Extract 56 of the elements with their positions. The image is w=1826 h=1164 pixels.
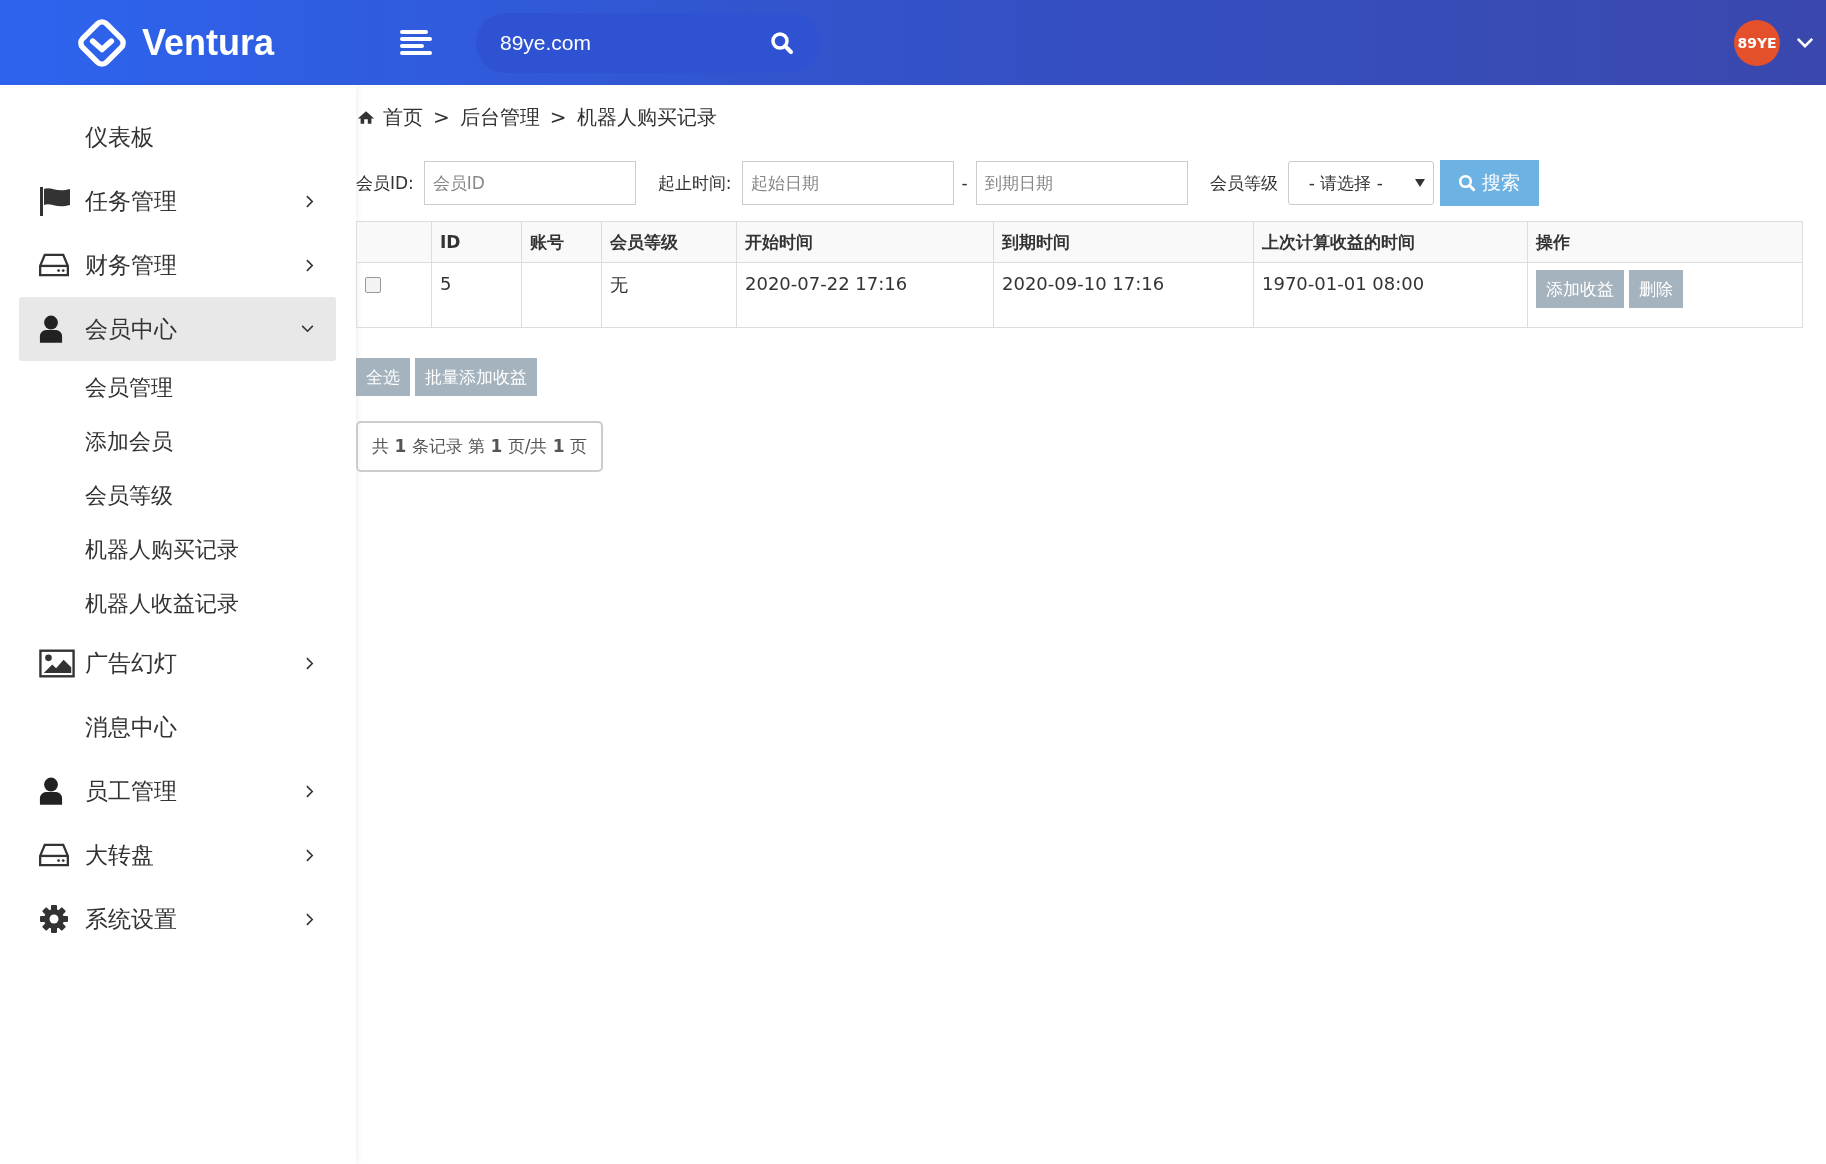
breadcrumb-separator: >	[433, 105, 450, 129]
sidebar-item[interactable]: 系统设置	[19, 887, 336, 951]
date-range-label: 起止时间:	[657, 171, 732, 195]
table-cell: 无	[610, 274, 628, 295]
brand-name: Ventura	[142, 21, 275, 64]
table-cell: 2020-09-10 17:16	[1002, 273, 1165, 294]
flag-icon	[39, 186, 71, 216]
member-level-label: 会员等级	[1209, 171, 1278, 195]
search-icon	[1458, 174, 1477, 192]
breadcrumb-separator: >	[549, 105, 567, 129]
sidebar-subitem[interactable]: 机器人购买记录	[19, 523, 336, 577]
sidebar-item[interactable]: 广告幻灯	[19, 631, 336, 695]
sidebar-item[interactable]: 会员中心	[19, 297, 336, 361]
avatar[interactable]: 89YE	[1734, 19, 1780, 66]
sidebar-subitem[interactable]: 会员等级	[19, 469, 336, 523]
menu-icon[interactable]	[400, 29, 432, 56]
range-dash: -	[961, 173, 968, 193]
column-header: 操作	[1536, 231, 1570, 252]
table-cell: 5	[440, 273, 452, 294]
hard-drive-icon	[39, 253, 69, 277]
dropdown-arrow-icon	[1414, 179, 1425, 187]
column-header: 上次计算收益的时间	[1262, 231, 1415, 252]
settings-icon	[39, 904, 69, 934]
image-icon	[39, 648, 75, 678]
sidebar-item[interactable]: 仪表板	[19, 105, 336, 169]
level-dropdown[interactable]: - 请选择 -	[1287, 161, 1434, 205]
user-icon	[39, 777, 63, 805]
column-header: 账号	[530, 231, 564, 252]
column-header: ID	[440, 232, 461, 252]
search-field[interactable]: 89ye.com	[476, 12, 820, 73]
pagination-info: 共 1 条记录 第 1 页/共 1 页	[356, 421, 604, 472]
sidebar-item[interactable]: 消息中心	[19, 695, 336, 759]
member-id-label: 会员ID:	[356, 171, 414, 195]
row-checkbox[interactable]	[365, 277, 381, 293]
sidebar-item[interactable]: 财务管理	[19, 233, 336, 297]
hard-drive-icon	[39, 843, 69, 867]
user-icon	[39, 315, 63, 343]
column-header: 开始时间	[745, 231, 813, 252]
table-cell: 2020-07-22 17:16	[745, 273, 908, 294]
sidebar-item[interactable]: 员工管理	[19, 759, 336, 823]
end-date-field[interactable]: 到期日期	[975, 161, 1188, 205]
breadcrumb-link[interactable]: 后台管理	[459, 103, 540, 131]
home-icon	[357, 109, 375, 125]
member-id-field[interactable]: 会员ID	[423, 161, 636, 205]
chevron-down-icon[interactable]	[1796, 37, 1814, 48]
start-date-field[interactable]: 起始日期	[741, 161, 954, 205]
sidebar-subitem[interactable]: 会员管理	[19, 361, 336, 415]
sidebar-item[interactable]: 任务管理	[19, 169, 336, 233]
breadcrumb-link[interactable]: 首页	[383, 103, 423, 131]
column-header: 到期时间	[1002, 231, 1070, 252]
sidebar-subitem[interactable]: 添加会员	[19, 415, 336, 469]
table-cell: 1970-01-01 08:00	[1262, 273, 1425, 294]
sidebar-item[interactable]: 大转盘	[19, 823, 336, 887]
search-icon[interactable]	[770, 30, 794, 55]
column-header: 会员等级	[610, 231, 678, 252]
sidebar-subitem[interactable]: 机器人收益记录	[19, 577, 336, 631]
